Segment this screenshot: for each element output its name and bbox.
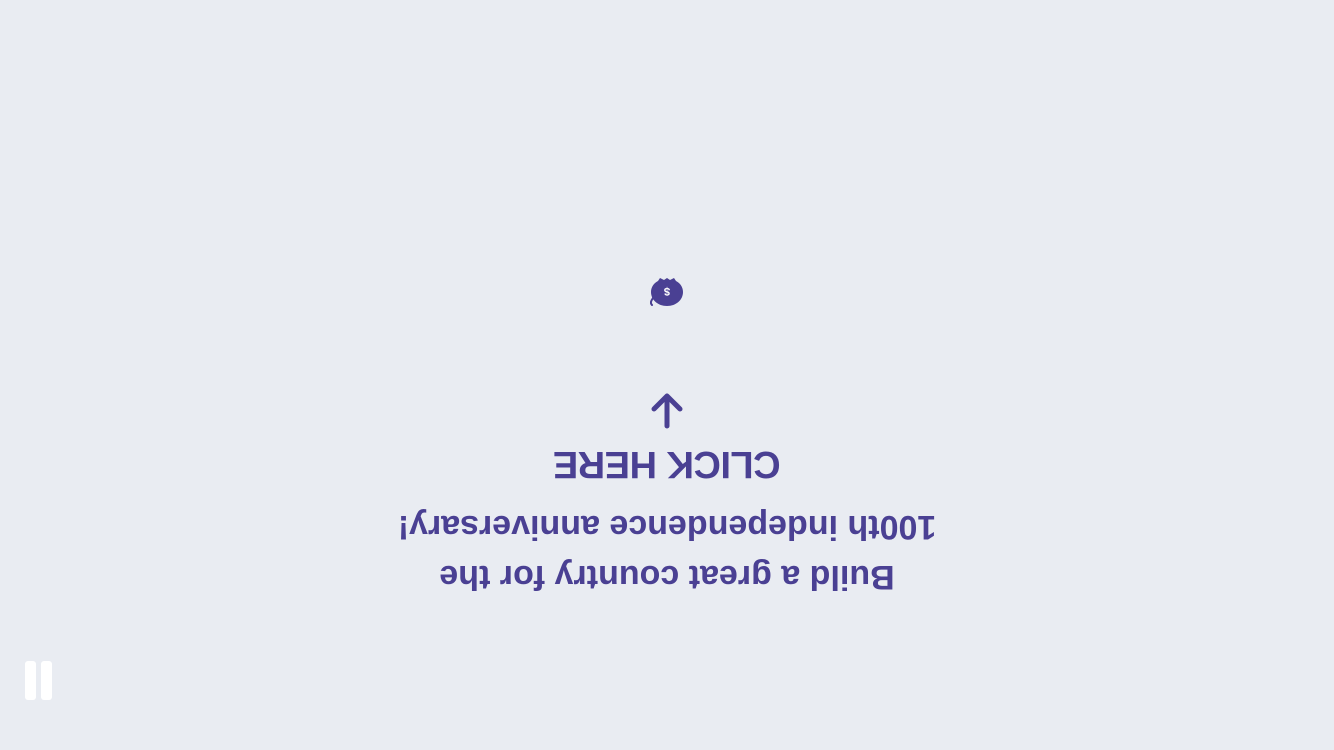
arrow-up-icon: [651, 393, 683, 429]
pause-button[interactable]: [24, 661, 54, 701]
tagline-text: Build a great country for the 100th inde…: [395, 502, 939, 602]
tagline-line-2: 100th independence anniversary!: [397, 508, 937, 546]
pause-icon-bar: [41, 661, 52, 700]
click-here-label[interactable]: CLICK HERE: [520, 443, 814, 485]
game-stage[interactable]: $ CLICK HERE Build a great country for t…: [0, 0, 1334, 750]
svg-text:$: $: [664, 285, 670, 297]
money-bag-icon[interactable]: $: [650, 276, 684, 308]
pause-icon: [25, 661, 36, 700]
tagline-line-1: Build a great country for the: [439, 558, 895, 596]
